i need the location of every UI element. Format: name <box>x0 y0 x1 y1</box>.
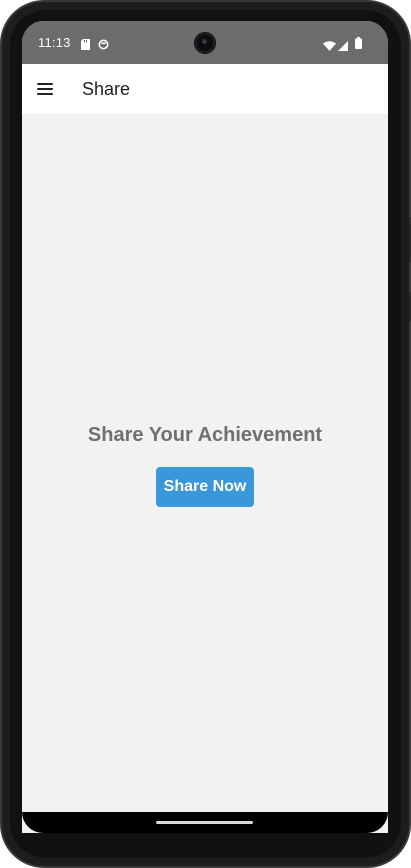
battery-icon <box>355 36 362 54</box>
signal-icon <box>338 38 348 56</box>
navigation-bar <box>22 812 388 833</box>
home-gesture-handle[interactable] <box>156 821 253 824</box>
share-now-button[interactable]: Share Now <box>156 467 254 507</box>
screen: 11:13 Share Share Your Achievement Share… <box>22 21 388 833</box>
page-title: Share <box>82 79 131 99</box>
status-bar: 11:13 <box>22 21 388 64</box>
status-time: 11:13 <box>38 35 71 50</box>
main-content: Share Your Achievement Share Now <box>22 114 388 833</box>
front-camera <box>194 32 216 54</box>
sync-icon <box>98 37 109 55</box>
wifi-icon <box>323 38 336 56</box>
hamburger-menu-icon[interactable] <box>32 74 62 104</box>
share-headline: Share Your Achievement <box>87 424 323 446</box>
sd-card-icon <box>81 37 90 55</box>
app-bar: Share <box>22 64 388 114</box>
